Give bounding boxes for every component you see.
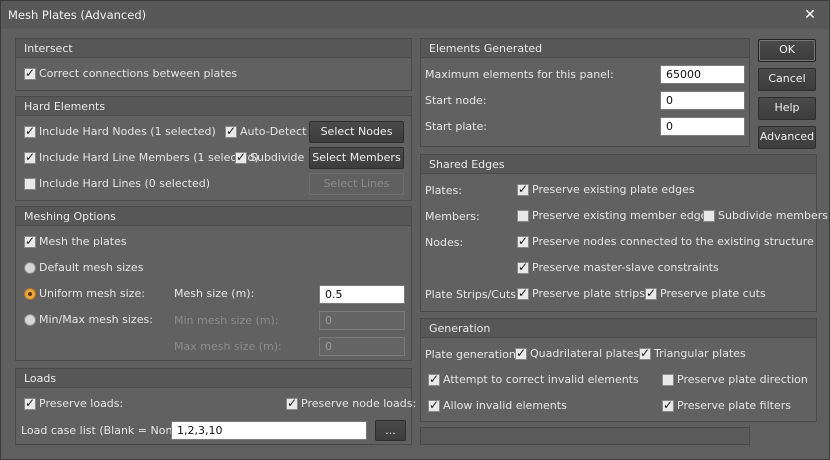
mesh-size-input[interactable]: 0.5 (319, 285, 405, 304)
elements-generated-group: Elements Generated Maximum elements for … (420, 38, 750, 147)
preserve-loads-checkbox[interactable] (24, 396, 36, 410)
preserve-plate-strips-label: Preserve plate strips (532, 287, 645, 300)
preserve-nodes-connected-checkbox[interactable] (517, 234, 529, 248)
mesh-the-plates-checkbox[interactable] (24, 234, 36, 248)
minmax-mesh-sizes-radio[interactable] (24, 314, 36, 326)
ok-button[interactable]: OK (758, 39, 816, 62)
preserve-node-loads-label: Preserve node loads: (301, 397, 417, 410)
subdivide-label: Subdivide (250, 151, 305, 164)
load-case-list-input[interactable]: 1,2,3,10 (171, 421, 367, 440)
preserve-plate-edges-checkbox[interactable] (517, 182, 529, 196)
preserve-master-slave-checkbox[interactable] (517, 260, 529, 274)
include-hard-line-members-checkbox[interactable] (24, 150, 36, 164)
select-nodes-button[interactable]: Select Nodes (309, 121, 404, 143)
strips-cuts-row-label: Plate Strips/Cuts: (425, 288, 520, 301)
cancel-button[interactable]: Cancel (758, 68, 816, 91)
include-hard-line-members-label: Include Hard Line Members (1 selected) (39, 151, 259, 164)
plate-generation-label: Plate generation: (425, 348, 520, 361)
preserve-member-edges-checkbox[interactable] (517, 210, 529, 222)
hard-elements-header: Hard Elements (16, 97, 411, 116)
loads-group: Loads Preserve loads: Preserve node load… (15, 368, 416, 445)
plates-row-label: Plates: (425, 184, 462, 197)
hard-elements-group: Hard Elements Include Hard Nodes (1 sele… (15, 96, 412, 201)
shared-edges-group: Shared Edges Plates: Preserve existing p… (420, 154, 828, 312)
mesh-the-plates-label: Mesh the plates (39, 235, 127, 248)
advanced-button[interactable]: Advanced (758, 126, 816, 149)
max-mesh-size-label: Max mesh size (m): (174, 340, 282, 353)
generation-group: Generation Plate generation: Quadrilater… (420, 318, 817, 422)
dialog-title: Mesh Plates (Advanced) (8, 8, 147, 22)
preserve-plate-cuts-label: Preserve plate cuts (660, 287, 766, 300)
quadrilateral-plates-label: Quadrilateral plates (530, 347, 640, 360)
generation-header: Generation (421, 319, 816, 338)
close-icon[interactable]: ✕ (801, 6, 819, 24)
triangular-plates-label: Triangular plates (654, 347, 746, 360)
load-case-list-label: Load case list (Blank = None): (21, 424, 188, 437)
start-node-input[interactable]: 0 (660, 91, 745, 110)
include-hard-lines-checkbox[interactable] (24, 178, 36, 190)
preserve-member-edges-label: Preserve existing member edges (532, 209, 714, 222)
start-node-label: Start node: (425, 94, 487, 107)
subdivide-members-label: Subdivide members (718, 209, 828, 222)
allow-invalid-label: Allow invalid elements (443, 399, 567, 412)
attempt-correct-invalid-checkbox[interactable] (428, 372, 440, 386)
start-plate-input[interactable]: 0 (660, 117, 745, 136)
mesh-size-label: Mesh size (m): (174, 287, 255, 300)
preserve-loads-label: Preserve loads: (39, 397, 124, 410)
preserve-plate-filters-checkbox[interactable] (662, 398, 674, 412)
select-lines-button[interactable]: Select Lines (309, 173, 404, 195)
select-members-button[interactable]: Select Members (309, 147, 404, 169)
preserve-plate-direction-checkbox[interactable] (662, 374, 674, 386)
max-elements-label: Maximum elements for this panel: (425, 68, 614, 81)
min-mesh-size-input[interactable]: 0 (319, 311, 405, 330)
default-mesh-sizes-label: Default mesh sizes (39, 261, 144, 274)
preserve-plate-cuts-checkbox[interactable] (645, 286, 657, 300)
meshing-options-group: Meshing Options Mesh the plates Default … (15, 206, 412, 361)
subdivide-checkbox[interactable] (235, 150, 247, 164)
preserve-plate-edges-label: Preserve existing plate edges (532, 183, 695, 196)
correct-connections-checkbox[interactable] (24, 66, 36, 80)
preserve-plate-direction-label: Preserve plate direction (677, 373, 808, 386)
intersect-group: Intersect Correct connections between pl… (15, 38, 412, 91)
preserve-nodes-connected-label: Preserve nodes connected to the existing… (532, 235, 814, 248)
min-mesh-size-label: Min mesh size (m): (174, 314, 279, 327)
preserve-master-slave-label: Preserve master-slave constraints (532, 261, 719, 274)
members-row-label: Members: (425, 210, 480, 223)
preserve-plate-filters-label: Preserve plate filters (677, 399, 791, 412)
uniform-mesh-size-label: Uniform mesh size: (39, 287, 145, 300)
mesh-plates-dialog: Mesh Plates (Advanced) ✕ Intersect Corre… (0, 0, 830, 460)
max-mesh-size-input[interactable]: 0 (319, 337, 405, 356)
include-hard-nodes-checkbox[interactable] (24, 124, 36, 138)
intersect-header: Intersect (16, 39, 411, 58)
uniform-mesh-size-radio[interactable] (24, 288, 36, 300)
subdivide-members-checkbox[interactable] (703, 210, 715, 222)
default-mesh-sizes-radio[interactable] (24, 262, 36, 274)
auto-detect-checkbox[interactable] (225, 124, 237, 138)
quadrilateral-plates-checkbox[interactable] (515, 346, 527, 360)
minmax-mesh-sizes-label: Min/Max mesh sizes: (39, 313, 153, 326)
load-case-browse-button[interactable]: ... (375, 420, 406, 441)
max-elements-input[interactable]: 65000 (660, 65, 745, 84)
correct-connections-label: Correct connections between plates (39, 67, 238, 80)
nodes-row-label: Nodes: (425, 236, 464, 249)
allow-invalid-checkbox[interactable] (428, 398, 440, 412)
preserve-node-loads-checkbox[interactable] (286, 396, 298, 410)
include-hard-nodes-label: Include Hard Nodes (1 selected) (39, 125, 216, 138)
auto-detect-label: Auto-Detect (240, 125, 307, 138)
shared-edges-header: Shared Edges (421, 155, 816, 174)
triangular-plates-checkbox[interactable] (639, 346, 651, 360)
title-bar[interactable]: Mesh Plates (Advanced) ✕ (1, 1, 829, 29)
start-plate-label: Start plate: (425, 120, 487, 133)
status-panel (420, 427, 750, 445)
include-hard-lines-label: Include Hard Lines (0 selected) (39, 177, 211, 190)
preserve-plate-strips-checkbox[interactable] (517, 286, 529, 300)
loads-header: Loads (16, 369, 411, 388)
elements-generated-header: Elements Generated (421, 39, 749, 58)
help-button[interactable]: Help (758, 97, 816, 120)
meshing-options-header: Meshing Options (16, 207, 411, 226)
attempt-correct-invalid-label: Attempt to correct invalid elements (443, 373, 639, 386)
